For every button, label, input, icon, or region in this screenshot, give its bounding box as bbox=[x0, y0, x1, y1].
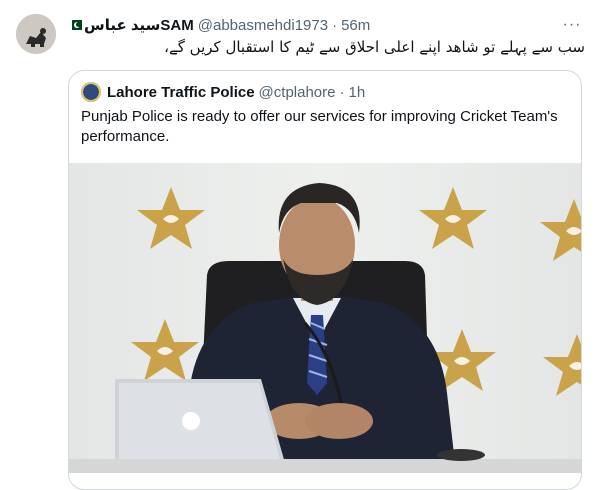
quoted-tweet-time[interactable]: 1h bbox=[348, 84, 365, 101]
quoted-author-name[interactable]: Lahore Traffic Police bbox=[107, 84, 255, 101]
tweet-header: سید عباسSAM @abbasmehdi1973 · 56m bbox=[68, 15, 561, 35]
separator: · bbox=[339, 83, 345, 101]
tweet-text: سب سے پہلے تو شاھد اپنے اعلی احلاق سے ٹی… bbox=[164, 38, 585, 56]
pakistan-flag-icon bbox=[68, 20, 82, 30]
quoted-author-avatar[interactable] bbox=[81, 82, 101, 102]
quoted-tweet-text: Punjab Police is ready to offer our serv… bbox=[81, 108, 558, 145]
quoted-tweet-image[interactable] bbox=[69, 163, 581, 473]
tweet-time[interactable]: 56m bbox=[341, 17, 370, 34]
quoted-tweet-header: Lahore Traffic Police @ctplahore · 1h bbox=[81, 82, 365, 102]
quoted-author-handle[interactable]: @ctplahore bbox=[259, 84, 336, 101]
tweet[interactable]: سید عباسSAM @abbasmehdi1973 · 56m ··· سب… bbox=[0, 0, 601, 490]
separator: · bbox=[332, 16, 338, 34]
more-options-icon[interactable]: ··· bbox=[561, 14, 583, 36]
user-avatar[interactable] bbox=[16, 14, 56, 54]
quoted-tweet[interactable]: Lahore Traffic Police @ctplahore · 1h Pu… bbox=[68, 70, 582, 490]
author-name[interactable]: سید عباسSAM bbox=[84, 16, 194, 34]
author-handle[interactable]: @abbasmehdi1973 bbox=[198, 17, 328, 34]
